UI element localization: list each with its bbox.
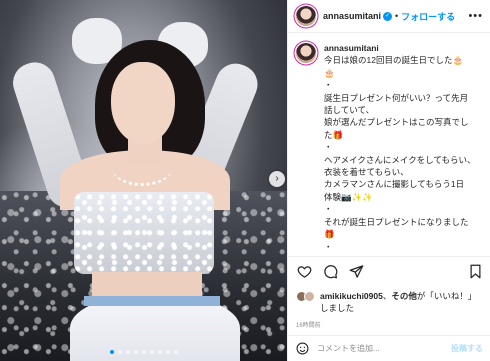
follow-button[interactable]: フォローする bbox=[401, 10, 455, 23]
liker-avatars[interactable] bbox=[296, 291, 316, 302]
post-comment-button[interactable]: 投稿する bbox=[451, 343, 483, 354]
caption-line: ・ bbox=[324, 142, 333, 153]
carousel-dots bbox=[0, 350, 287, 354]
chevron-right-icon[interactable]: › bbox=[269, 171, 285, 187]
post-header: annasumitani ✓ • フォローする ••• bbox=[288, 0, 490, 33]
liker-username[interactable]: amikikuchi0905 bbox=[320, 291, 383, 301]
post-timestamp[interactable]: 16時間前 bbox=[296, 320, 321, 329]
caption-line: 誕生日プレゼント何がいい？って先月 bbox=[324, 92, 469, 103]
bookmark-icon[interactable] bbox=[467, 264, 483, 280]
caption-line: ・ bbox=[324, 204, 333, 215]
photo-waistband bbox=[84, 296, 220, 306]
caption-line: カメラマンさんに撮影してもらう1日 bbox=[324, 179, 465, 190]
caption-line: 🎂 bbox=[324, 67, 335, 78]
caption-area: annasumitani 今日は娘の12回目の誕生日でした🎂 🎂 ・ 誕生日プレ… bbox=[288, 34, 490, 256]
caption-line: 衣装を着せてもらい、 bbox=[324, 167, 409, 178]
comment-icon[interactable] bbox=[322, 264, 338, 280]
caption-line: それが誕生日プレゼントになりました bbox=[324, 216, 469, 227]
avatar[interactable] bbox=[296, 6, 316, 26]
avatar[interactable] bbox=[296, 43, 316, 63]
caption-line: た🎁 bbox=[324, 129, 344, 140]
caption-line: ・ bbox=[324, 80, 333, 91]
carousel-dot bbox=[157, 350, 162, 354]
caption-line: ・ bbox=[324, 241, 333, 252]
header-username[interactable]: annasumitani bbox=[323, 11, 381, 21]
more-options-button[interactable]: ••• bbox=[468, 10, 483, 22]
caption-line: 体験📷✨✨ bbox=[324, 191, 373, 202]
action-bar bbox=[288, 256, 490, 286]
caption-line: 娘が選んだプレゼントはこの写真でし bbox=[324, 117, 469, 128]
header-separator: • bbox=[395, 11, 399, 21]
likes-text: amikikuchi0905、その他が「いいね！」 しました bbox=[320, 290, 476, 314]
photo-sequin-top bbox=[74, 192, 214, 274]
verified-icon: ✓ bbox=[383, 11, 393, 21]
carousel-dot bbox=[117, 350, 122, 354]
carousel-dot bbox=[149, 350, 154, 354]
carousel-dot bbox=[109, 350, 114, 354]
comment-input[interactable] bbox=[317, 344, 451, 353]
comment-bar: 投稿する bbox=[288, 335, 490, 361]
carousel-dot bbox=[133, 350, 138, 354]
carousel-dot bbox=[165, 350, 170, 354]
photo-face bbox=[111, 62, 175, 144]
photo-necklace bbox=[112, 150, 172, 186]
caption-line: 🎁 bbox=[324, 229, 335, 240]
caption-line: ヘアメイクさんにメイクをしてもらい、 bbox=[324, 154, 476, 165]
caption-line: 話していて、 bbox=[324, 105, 375, 116]
likes-tail: が「いいね！」 bbox=[416, 291, 477, 301]
likes-others-link[interactable]: その他 bbox=[391, 291, 417, 301]
emoji-icon[interactable] bbox=[296, 342, 309, 355]
share-icon[interactable] bbox=[348, 264, 364, 280]
avatar[interactable] bbox=[304, 291, 315, 302]
caption-username[interactable]: annasumitani bbox=[324, 42, 476, 54]
likes-end: しました bbox=[320, 303, 355, 313]
caption-line: 今日は娘の12回目の誕生日でした🎂 bbox=[324, 55, 464, 66]
likes-summary: amikikuchi0905、その他が「いいね！」 しました bbox=[296, 290, 486, 314]
carousel-dot bbox=[125, 350, 130, 354]
caption-text: annasumitani 今日は娘の12回目の誕生日でした🎂 🎂 ・ 誕生日プレ… bbox=[324, 42, 476, 256]
carousel-dot bbox=[141, 350, 146, 354]
carousel-dot bbox=[173, 350, 178, 354]
post-side-panel: annasumitani ✓ • フォローする ••• annasumitani… bbox=[287, 0, 490, 361]
heart-icon[interactable] bbox=[296, 264, 312, 280]
post-photo[interactable] bbox=[0, 0, 287, 361]
